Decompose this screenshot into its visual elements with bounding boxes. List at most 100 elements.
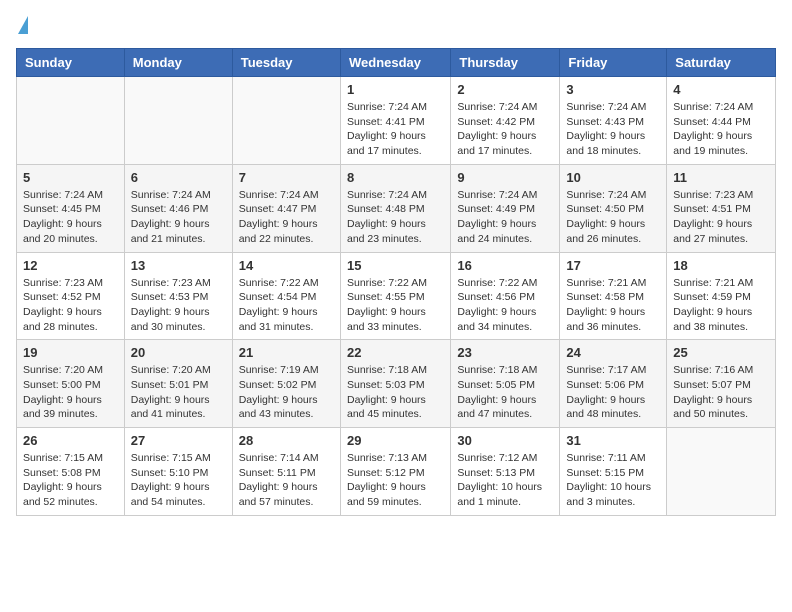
- day-info: Sunrise: 7:18 AM Sunset: 5:03 PM Dayligh…: [347, 363, 444, 422]
- day-info: Sunrise: 7:20 AM Sunset: 5:01 PM Dayligh…: [131, 363, 226, 422]
- logo: [16, 16, 28, 36]
- calendar-week-row: 12 Sunrise: 7:23 AM Sunset: 4:52 PM Dayli…: [17, 252, 776, 340]
- day-info: Sunrise: 7:21 AM Sunset: 4:59 PM Dayligh…: [673, 276, 769, 335]
- day-info: Sunrise: 7:16 AM Sunset: 5:07 PM Dayligh…: [673, 363, 769, 422]
- calendar-cell: 29 Sunrise: 7:13 AM Sunset: 5:12 PM Dayli…: [340, 428, 450, 516]
- calendar-cell: 19Sunrise: 7:20 AM Sunset: 5:00 PM Dayli…: [17, 340, 125, 428]
- day-info: Sunrise: 7:24 AM Sunset: 4:43 PM Dayligh…: [566, 100, 660, 159]
- day-info: Sunrise: 7:24 AM Sunset: 4:48 PM Dayligh…: [347, 188, 444, 247]
- day-info: Sunrise: 7:24 AM Sunset: 4:42 PM Dayligh…: [457, 100, 553, 159]
- calendar-cell: 21 Sunrise: 7:19 AM Sunset: 5:02 PM Dayli…: [232, 340, 340, 428]
- calendar-cell: 22 Sunrise: 7:18 AM Sunset: 5:03 PM Dayli…: [340, 340, 450, 428]
- calendar-header-sunday: Sunday: [17, 49, 125, 77]
- day-number: 3: [566, 82, 660, 97]
- calendar-cell: 12 Sunrise: 7:23 AM Sunset: 4:52 PM Dayli…: [17, 252, 125, 340]
- day-info: Sunrise: 7:20 AM Sunset: 5:00 PM Dayligh…: [23, 363, 118, 422]
- day-number: 21: [239, 345, 334, 360]
- day-number: 4: [673, 82, 769, 97]
- day-info: Sunrise: 7:24 AM Sunset: 4:49 PM Dayligh…: [457, 188, 553, 247]
- day-info: Sunrise: 7:18 AM Sunset: 5:05 PM Dayligh…: [457, 363, 553, 422]
- day-info: Sunrise: 7:12 AM Sunset: 5:13 PM Dayligh…: [457, 451, 553, 510]
- day-number: 24: [566, 345, 660, 360]
- calendar-cell: 18Sunrise: 7:21 AM Sunset: 4:59 PM Dayli…: [667, 252, 776, 340]
- day-number: 13: [131, 258, 226, 273]
- day-info: Sunrise: 7:24 AM Sunset: 4:41 PM Dayligh…: [347, 100, 444, 159]
- calendar-cell: 23 Sunrise: 7:18 AM Sunset: 5:05 PM Dayli…: [451, 340, 560, 428]
- calendar-header-saturday: Saturday: [667, 49, 776, 77]
- day-info: Sunrise: 7:24 AM Sunset: 4:50 PM Dayligh…: [566, 188, 660, 247]
- day-info: Sunrise: 7:24 AM Sunset: 4:46 PM Dayligh…: [131, 188, 226, 247]
- calendar-cell: 26 Sunrise: 7:15 AM Sunset: 5:08 PM Dayli…: [17, 428, 125, 516]
- day-number: 17: [566, 258, 660, 273]
- day-number: 2: [457, 82, 553, 97]
- day-number: 16: [457, 258, 553, 273]
- day-number: 29: [347, 433, 444, 448]
- calendar-cell: 20 Sunrise: 7:20 AM Sunset: 5:01 PM Dayli…: [124, 340, 232, 428]
- day-info: Sunrise: 7:23 AM Sunset: 4:51 PM Dayligh…: [673, 188, 769, 247]
- calendar-cell: 17 Sunrise: 7:21 AM Sunset: 4:58 PM Dayli…: [560, 252, 667, 340]
- day-info: Sunrise: 7:11 AM Sunset: 5:15 PM Dayligh…: [566, 451, 660, 510]
- day-number: 30: [457, 433, 553, 448]
- calendar-cell: 25 Sunrise: 7:16 AM Sunset: 5:07 PM Dayli…: [667, 340, 776, 428]
- day-info: Sunrise: 7:22 AM Sunset: 4:56 PM Dayligh…: [457, 276, 553, 335]
- page-header: [16, 16, 776, 36]
- calendar-cell: 2 Sunrise: 7:24 AM Sunset: 4:42 PM Daylig…: [451, 77, 560, 165]
- day-number: 27: [131, 433, 226, 448]
- calendar-header-thursday: Thursday: [451, 49, 560, 77]
- day-number: 20: [131, 345, 226, 360]
- calendar-header-wednesday: Wednesday: [340, 49, 450, 77]
- calendar-table: SundayMondayTuesdayWednesdayThursdayFrid…: [16, 48, 776, 516]
- day-number: 5: [23, 170, 118, 185]
- calendar-cell: [124, 77, 232, 165]
- day-number: 8: [347, 170, 444, 185]
- day-info: Sunrise: 7:15 AM Sunset: 5:10 PM Dayligh…: [131, 451, 226, 510]
- calendar-cell: 4 Sunrise: 7:24 AM Sunset: 4:44 PM Daylig…: [667, 77, 776, 165]
- day-info: Sunrise: 7:14 AM Sunset: 5:11 PM Dayligh…: [239, 451, 334, 510]
- day-info: Sunrise: 7:22 AM Sunset: 4:54 PM Dayligh…: [239, 276, 334, 335]
- day-info: Sunrise: 7:21 AM Sunset: 4:58 PM Dayligh…: [566, 276, 660, 335]
- day-number: 14: [239, 258, 334, 273]
- day-number: 23: [457, 345, 553, 360]
- calendar-week-row: 26 Sunrise: 7:15 AM Sunset: 5:08 PM Dayli…: [17, 428, 776, 516]
- calendar-week-row: 1 Sunrise: 7:24 AM Sunset: 4:41 PM Daylig…: [17, 77, 776, 165]
- calendar-cell: 3 Sunrise: 7:24 AM Sunset: 4:43 PM Daylig…: [560, 77, 667, 165]
- calendar-cell: 8 Sunrise: 7:24 AM Sunset: 4:48 PM Daylig…: [340, 164, 450, 252]
- day-info: Sunrise: 7:13 AM Sunset: 5:12 PM Dayligh…: [347, 451, 444, 510]
- calendar-cell: [17, 77, 125, 165]
- day-info: Sunrise: 7:15 AM Sunset: 5:08 PM Dayligh…: [23, 451, 118, 510]
- calendar-cell: 24 Sunrise: 7:17 AM Sunset: 5:06 PM Dayli…: [560, 340, 667, 428]
- day-number: 1: [347, 82, 444, 97]
- calendar-cell: 30 Sunrise: 7:12 AM Sunset: 5:13 PM Dayli…: [451, 428, 560, 516]
- day-number: 22: [347, 345, 444, 360]
- day-number: 26: [23, 433, 118, 448]
- calendar-cell: 1 Sunrise: 7:24 AM Sunset: 4:41 PM Daylig…: [340, 77, 450, 165]
- calendar-cell: 27 Sunrise: 7:15 AM Sunset: 5:10 PM Dayli…: [124, 428, 232, 516]
- calendar-cell: 13 Sunrise: 7:23 AM Sunset: 4:53 PM Dayli…: [124, 252, 232, 340]
- day-number: 15: [347, 258, 444, 273]
- day-number: 12: [23, 258, 118, 273]
- day-info: Sunrise: 7:23 AM Sunset: 4:53 PM Dayligh…: [131, 276, 226, 335]
- day-info: Sunrise: 7:17 AM Sunset: 5:06 PM Dayligh…: [566, 363, 660, 422]
- calendar-cell: 28Sunrise: 7:14 AM Sunset: 5:11 PM Dayli…: [232, 428, 340, 516]
- calendar-header-row: SundayMondayTuesdayWednesdayThursdayFrid…: [17, 49, 776, 77]
- calendar-cell: 15 Sunrise: 7:22 AM Sunset: 4:55 PM Dayli…: [340, 252, 450, 340]
- day-info: Sunrise: 7:22 AM Sunset: 4:55 PM Dayligh…: [347, 276, 444, 335]
- calendar-cell: 10 Sunrise: 7:24 AM Sunset: 4:50 PM Dayli…: [560, 164, 667, 252]
- calendar-cell: [232, 77, 340, 165]
- day-number: 6: [131, 170, 226, 185]
- calendar-cell: 14 Sunrise: 7:22 AM Sunset: 4:54 PM Dayli…: [232, 252, 340, 340]
- day-number: 11: [673, 170, 769, 185]
- calendar-header-friday: Friday: [560, 49, 667, 77]
- day-number: 25: [673, 345, 769, 360]
- calendar-cell: 7Sunrise: 7:24 AM Sunset: 4:47 PM Daylig…: [232, 164, 340, 252]
- logo-icon: [18, 16, 28, 34]
- day-number: 10: [566, 170, 660, 185]
- day-info: Sunrise: 7:19 AM Sunset: 5:02 PM Dayligh…: [239, 363, 334, 422]
- calendar-cell: 11 Sunrise: 7:23 AM Sunset: 4:51 PM Dayli…: [667, 164, 776, 252]
- day-info: Sunrise: 7:24 AM Sunset: 4:45 PM Dayligh…: [23, 188, 118, 247]
- day-info: Sunrise: 7:24 AM Sunset: 4:44 PM Dayligh…: [673, 100, 769, 159]
- day-info: Sunrise: 7:23 AM Sunset: 4:52 PM Dayligh…: [23, 276, 118, 335]
- day-number: 9: [457, 170, 553, 185]
- calendar-cell: 31Sunrise: 7:11 AM Sunset: 5:15 PM Dayli…: [560, 428, 667, 516]
- calendar-week-row: 19Sunrise: 7:20 AM Sunset: 5:00 PM Dayli…: [17, 340, 776, 428]
